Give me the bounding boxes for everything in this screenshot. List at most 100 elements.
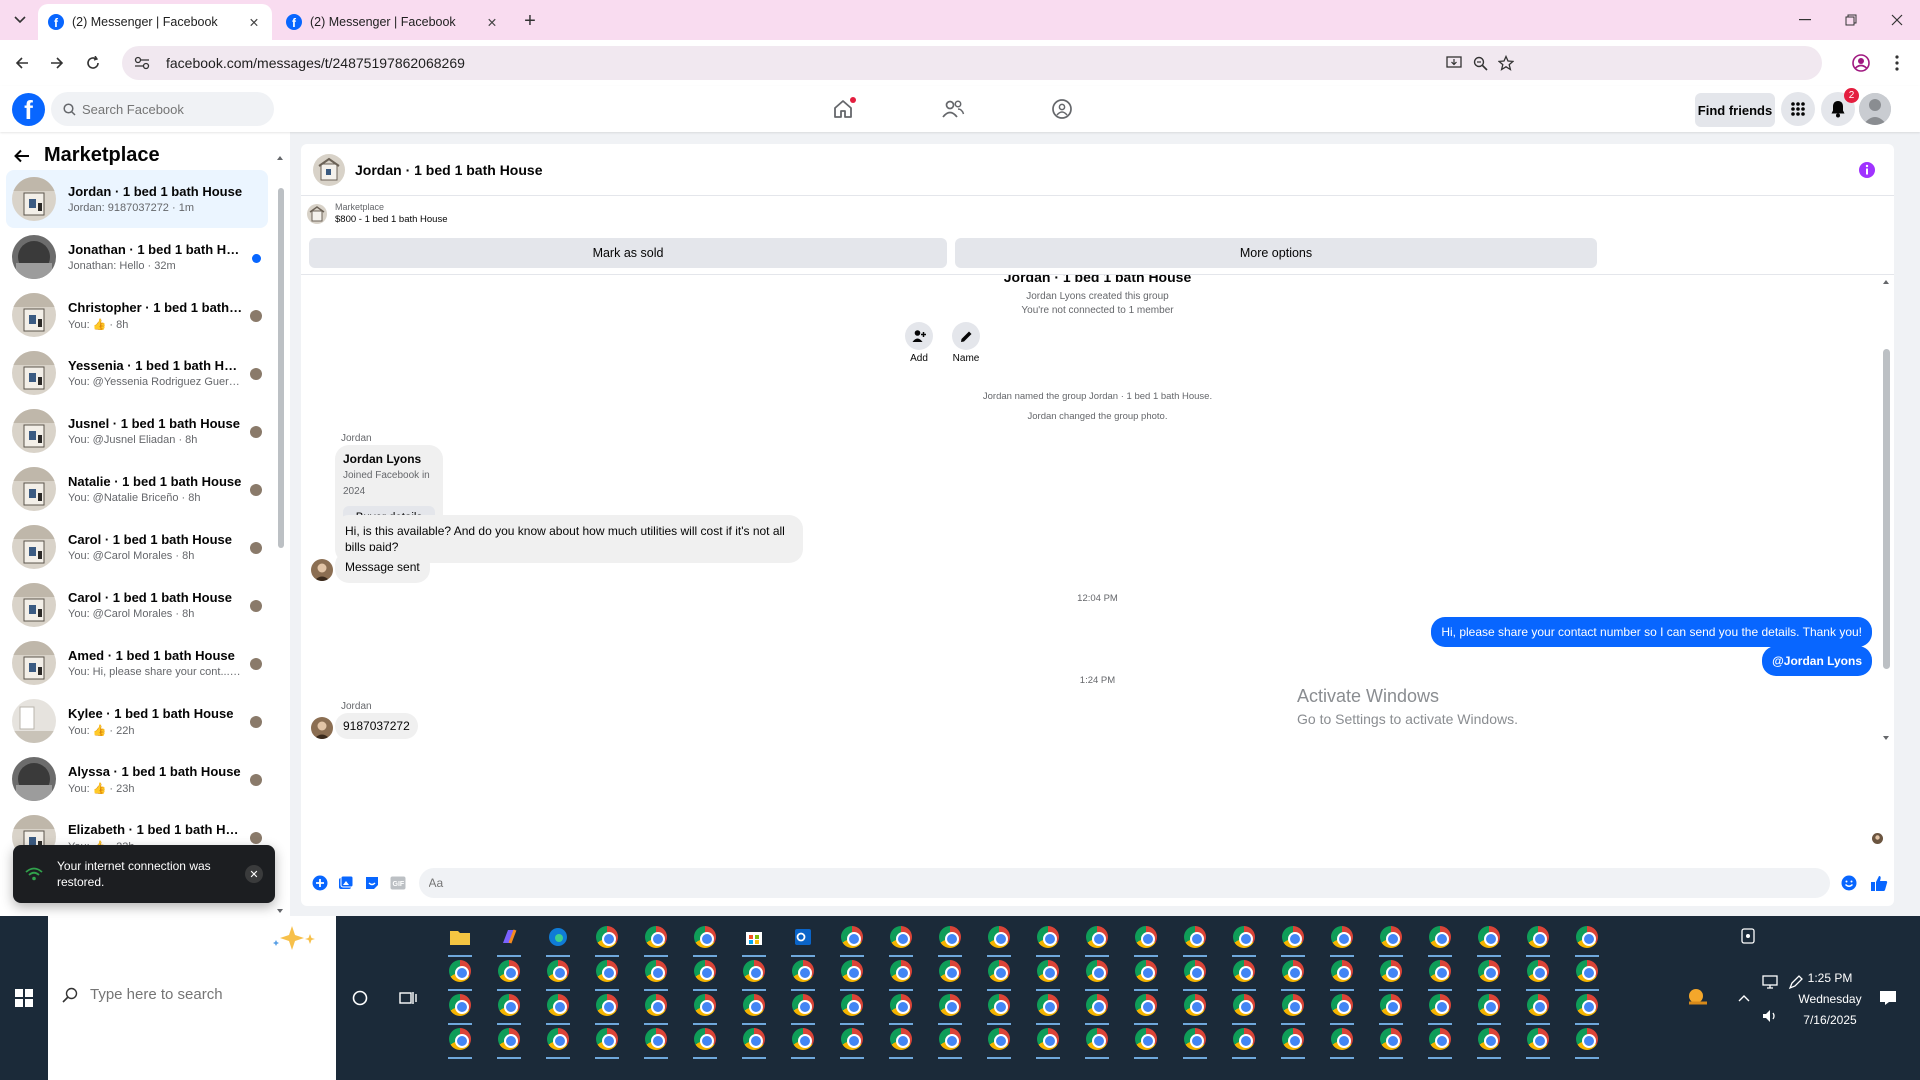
chrome-taskbar-icon[interactable] <box>538 1019 578 1059</box>
chrome-taskbar-icon[interactable] <box>1469 1019 1509 1059</box>
photo-icon[interactable] <box>335 872 357 894</box>
chrome-taskbar-icon[interactable] <box>1273 1019 1313 1059</box>
menu-grid-icon[interactable] <box>1781 92 1815 126</box>
conversation-preview: You: Hi, please share your cont... · 22h <box>68 666 243 678</box>
windows-start-icon[interactable] <box>0 916 48 1080</box>
forward-arrow-icon[interactable] <box>44 50 70 76</box>
tab-close-icon[interactable]: ✕ <box>484 14 500 30</box>
weather-icon[interactable] <box>1680 980 1716 1016</box>
group-created-text: Jordan Lyons created this group <box>1026 291 1169 302</box>
chrome-taskbar-icon[interactable] <box>881 1019 921 1059</box>
find-friends-button[interactable]: Find friends <box>1695 93 1775 127</box>
minimize-button[interactable] <box>1782 0 1828 40</box>
activate-windows-watermark: Activate Windows Go to Settings to activ… <box>1297 686 1518 727</box>
tab-close-icon[interactable]: ✕ <box>246 14 262 30</box>
profile-icon[interactable] <box>1848 50 1874 76</box>
chrome-taskbar-icon[interactable] <box>930 1019 970 1059</box>
info-icon[interactable] <box>1858 161 1876 179</box>
conversation-item[interactable]: Kylee · 1 bed 1 bath House You: 👍 · 22h <box>6 692 268 750</box>
chrome-taskbar-icon[interactable] <box>1077 1019 1117 1059</box>
message-bubble-incoming: 9187037272 <box>335 713 418 739</box>
chrome-taskbar-icon[interactable] <box>685 1019 725 1059</box>
chrome-taskbar-icon[interactable] <box>1518 1019 1558 1059</box>
add-member-button[interactable] <box>905 322 933 350</box>
chrome-taskbar-icon[interactable] <box>1420 1019 1460 1059</box>
install-app-icon[interactable] <box>1442 51 1466 75</box>
message-input-field[interactable] <box>418 868 1831 898</box>
message-input[interactable] <box>428 876 1831 890</box>
chat-avatar[interactable] <box>313 153 345 186</box>
facebook-logo-icon[interactable]: f <box>12 93 45 126</box>
facebook-search[interactable] <box>51 92 274 126</box>
thumbs-up-icon[interactable] <box>1868 872 1890 894</box>
marketplace-listing[interactable]: Marketplace $800 - 1 bed 1 bath House <box>307 202 448 225</box>
conversation-item[interactable]: Jordan · 1 bed 1 bath House Jordan: 91870… <box>6 170 268 228</box>
conversation-item[interactable]: Jonathan · 1 bed 1 bath House Jonathan: H… <box>6 228 268 286</box>
reload-icon[interactable] <box>80 50 106 76</box>
chrome-taskbar-icon[interactable] <box>1567 1019 1607 1059</box>
browser-tab[interactable]: f (2) Messenger | Facebook ✕ <box>276 4 510 40</box>
close-window-button[interactable] <box>1874 0 1920 40</box>
conversation-item[interactable]: Yessenia · 1 bed 1 bath House You: @Yesse… <box>6 344 268 402</box>
friends-nav-icon[interactable] <box>938 94 968 124</box>
chrome-taskbar-icon[interactable] <box>1322 1019 1362 1059</box>
account-avatar[interactable] <box>1859 93 1891 125</box>
zoom-icon[interactable] <box>1468 51 1492 75</box>
close-icon[interactable]: ✕ <box>245 865 263 883</box>
conversation-item[interactable]: Amed · 1 bed 1 bath House You: Hi, please… <box>6 634 268 692</box>
notifications-bell-icon[interactable]: 2 <box>1821 88 1859 126</box>
taskbar-clock[interactable]: 1:25 PM Wednesday 7/16/2025 <box>1790 968 1870 1031</box>
conversation-item[interactable]: Carol · 1 bed 1 bath House You: @Carol Mo… <box>6 518 268 576</box>
new-tab-button[interactable]: + <box>518 10 542 32</box>
conversation-name: Amed · 1 bed 1 bath House <box>68 648 235 663</box>
chrome-taskbar-icon[interactable] <box>1371 1019 1411 1059</box>
chrome-taskbar-icon[interactable] <box>979 1019 1019 1059</box>
conversation-item[interactable]: Carol · 1 bed 1 bath House You: @Carol Mo… <box>6 576 268 634</box>
emoji-icon[interactable] <box>1838 872 1860 894</box>
plus-circle-icon[interactable] <box>309 872 331 894</box>
chrome-taskbar-icon[interactable] <box>636 1019 676 1059</box>
chrome-taskbar-icon[interactable] <box>783 1019 823 1059</box>
cortana-icon[interactable] <box>342 980 378 1016</box>
conversation-item[interactable]: Natalie · 1 bed 1 bath House You: @Natali… <box>6 460 268 518</box>
sidebar-scroll-thumb[interactable] <box>278 188 284 548</box>
chrome-taskbar-icon[interactable] <box>734 1019 774 1059</box>
conversation-item[interactable]: Christopher · 1 bed 1 bath Ho... You: 👍 ·… <box>6 286 268 344</box>
bookmark-star-icon[interactable] <box>1494 51 1518 75</box>
chrome-taskbar-icon[interactable] <box>440 1019 480 1059</box>
conversation-item[interactable]: Alyssa · 1 bed 1 bath House You: 👍 · 23h <box>6 750 268 808</box>
conversation-preview: You: 👍 · 8h <box>68 318 129 331</box>
gif-icon[interactable]: GIF <box>387 872 409 894</box>
site-info-icon[interactable] <box>134 56 152 70</box>
back-arrow-icon[interactable] <box>9 50 35 76</box>
windows-search-input[interactable] <box>90 986 290 1003</box>
notification-center-icon[interactable] <box>1870 980 1906 1016</box>
chrome-taskbar-icon[interactable] <box>489 1019 529 1059</box>
address-bar[interactable]: facebook.com/messages/t/2487519786206826… <box>122 46 1822 80</box>
search-input[interactable] <box>82 101 252 117</box>
chrome-taskbar-icon[interactable] <box>1224 1019 1264 1059</box>
more-options-button[interactable]: More options <box>955 238 1597 268</box>
windows-search-box[interactable] <box>48 916 336 1080</box>
sticker-icon[interactable] <box>361 872 383 894</box>
restore-button[interactable] <box>1828 0 1874 40</box>
meet-now-icon[interactable] <box>1730 918 1766 954</box>
home-nav-icon[interactable] <box>828 94 858 124</box>
edit-name-button[interactable] <box>952 322 980 350</box>
groups-nav-icon[interactable] <box>1047 94 1077 124</box>
task-view-icon[interactable] <box>390 980 426 1016</box>
browser-menu-icon[interactable] <box>1884 50 1910 76</box>
chat-title[interactable]: Jordan · 1 bed 1 bath House <box>355 162 542 178</box>
browser-tab-active[interactable]: f (2) Messenger | Facebook ✕ <box>38 4 272 40</box>
back-arrow-icon[interactable] <box>14 149 30 163</box>
chrome-taskbar-icon[interactable] <box>832 1019 872 1059</box>
tab-search-menu-icon[interactable] <box>8 10 32 30</box>
volume-icon[interactable] <box>1752 998 1788 1034</box>
mark-as-sold-button[interactable]: Mark as sold <box>309 238 947 268</box>
chrome-taskbar-icon[interactable] <box>587 1019 627 1059</box>
chrome-taskbar-icon[interactable] <box>1028 1019 1068 1059</box>
conversation-item[interactable]: Jusnel · 1 bed 1 bath House You: @Jusnel … <box>6 402 268 460</box>
chrome-taskbar-icon[interactable] <box>1175 1019 1215 1059</box>
chrome-taskbar-icon[interactable] <box>1126 1019 1166 1059</box>
thread-scroll-thumb[interactable] <box>1883 349 1890 669</box>
